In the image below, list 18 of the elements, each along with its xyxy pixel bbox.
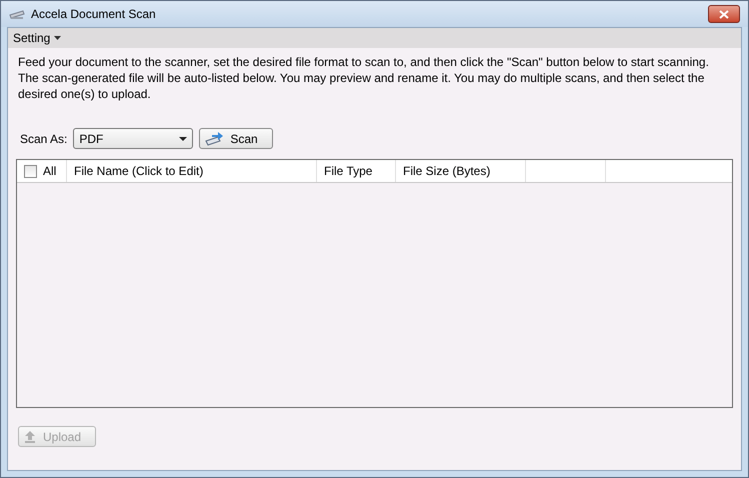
scanner-icon — [9, 8, 25, 20]
scan-button[interactable]: Scan — [199, 128, 273, 149]
upload-icon — [23, 430, 37, 444]
select-all-checkbox[interactable] — [24, 164, 37, 178]
column-header: File Type — [324, 164, 372, 178]
format-dropdown[interactable]: PDF — [73, 128, 194, 149]
close-button[interactable] — [708, 5, 740, 23]
instructions-text: Feed your document to the scanner, set the desired file format to scan to, and then click the "Scan" button below to start scanning. The scan-generated file will be auto-listed below. You may preview and rename it. You may do multiple scans, and then select the desired one(s) to upload. — [18, 54, 710, 102]
column-header: File Name (Click to Edit) — [74, 164, 204, 178]
menu-item[interactable]: Setting — [11, 31, 64, 45]
caret-icon — [179, 136, 188, 140]
window-title: Accela Document Scan — [31, 7, 157, 21]
scan-as-label: Scan As: — [20, 132, 68, 146]
column-header: File Size (Bytes) — [403, 164, 490, 178]
close-icon — [719, 10, 729, 18]
column-header: All — [43, 164, 56, 178]
caret-icon — [54, 36, 62, 40]
scanner-icon — [204, 130, 224, 146]
